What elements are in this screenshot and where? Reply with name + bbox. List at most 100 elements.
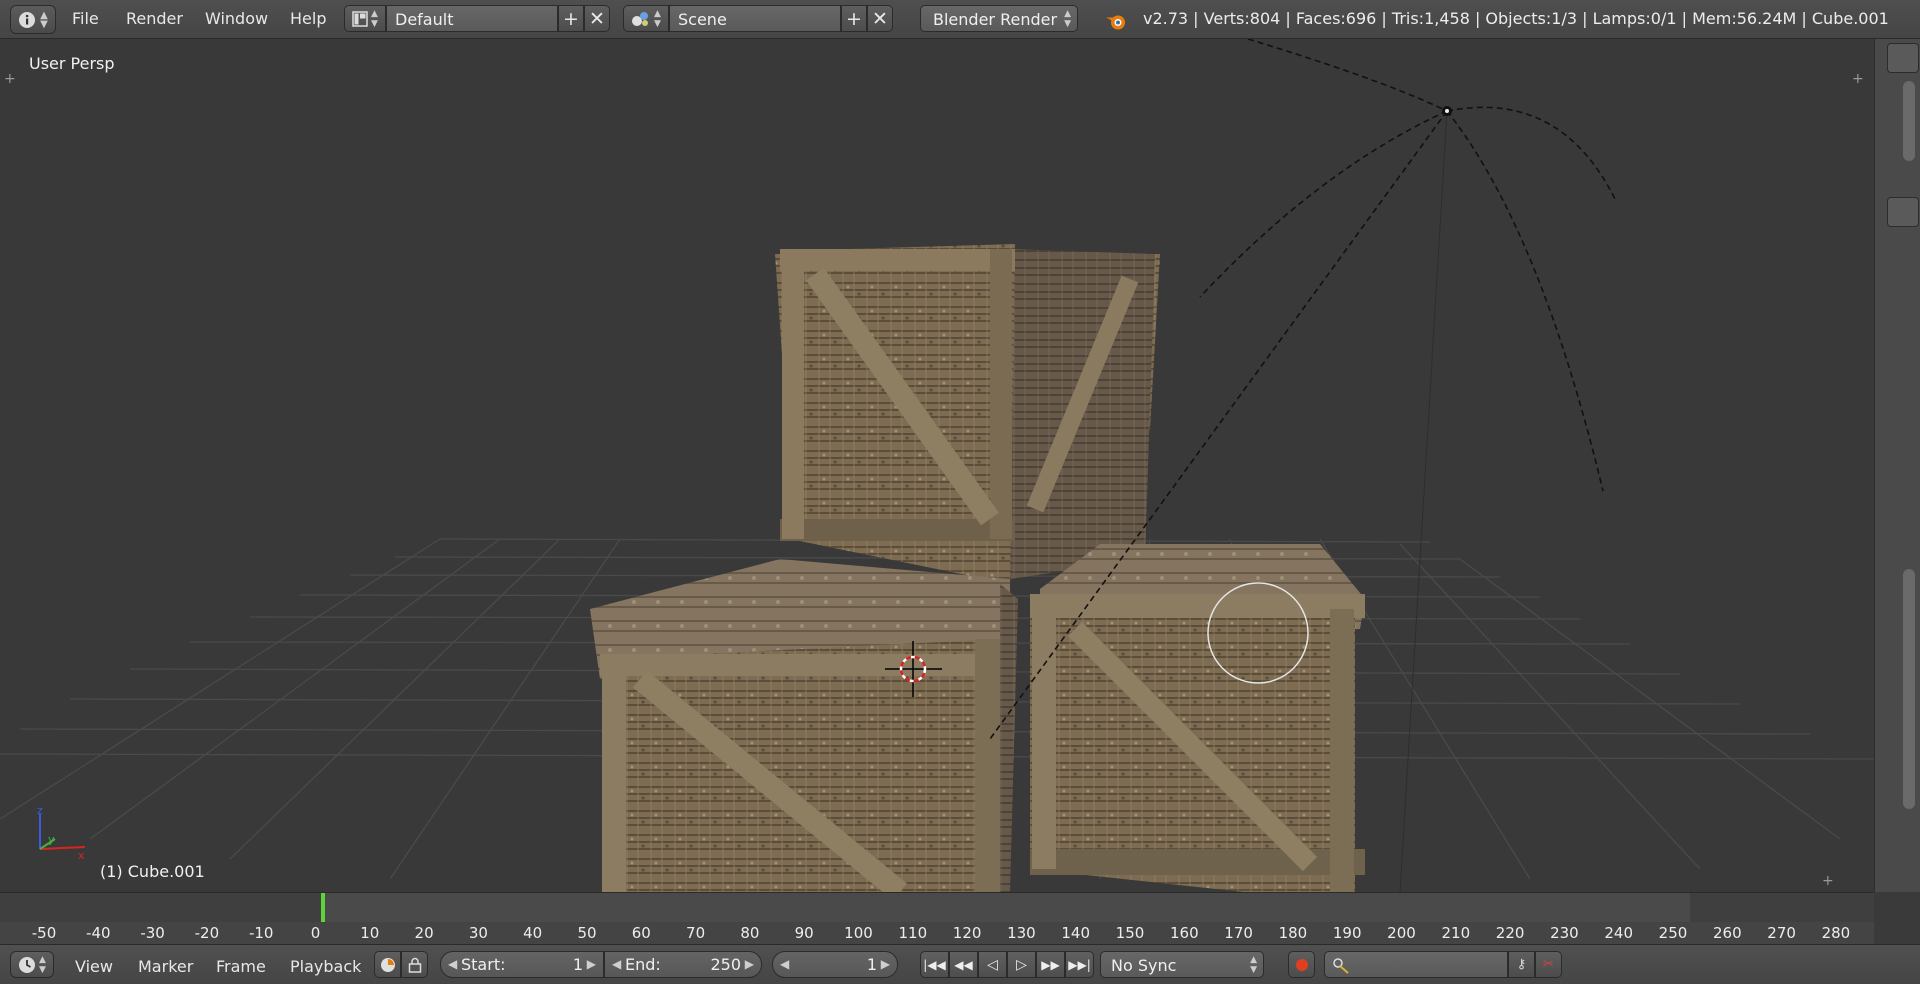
ruler-tick-label: 240 bbox=[1604, 924, 1634, 942]
timeline-area[interactable] bbox=[0, 892, 1874, 923]
play-button[interactable]: ▷ bbox=[1007, 951, 1036, 978]
menu-render[interactable]: Render bbox=[126, 9, 183, 28]
key-insert-icon: ⚷ bbox=[1516, 957, 1527, 972]
prev-keyframe-icon: ◀◀ bbox=[954, 957, 973, 972]
menu-marker[interactable]: Marker bbox=[138, 957, 193, 976]
crate-right bbox=[1030, 544, 1365, 892]
view-name-label: User Persp bbox=[29, 54, 115, 73]
jump-to-keyframe-forward-button[interactable]: ▶▶ bbox=[1036, 951, 1065, 978]
add-scene-button[interactable]: + bbox=[841, 5, 867, 32]
crate-top bbox=[775, 244, 1160, 584]
arrow-right-icon: ▶ bbox=[744, 957, 754, 971]
3d-viewport[interactable]: z y x User Persp (1) Cube.001 + + + bbox=[0, 39, 1874, 892]
properties-side-strip[interactable] bbox=[1874, 39, 1920, 892]
ruler-tick-label: 160 bbox=[1169, 924, 1199, 942]
preview-range-button[interactable] bbox=[374, 951, 401, 978]
end-frame-field[interactable]: ◀ End: 250 ▶ bbox=[604, 951, 762, 978]
current-frame-indicator[interactable] bbox=[321, 893, 325, 923]
record-icon bbox=[1295, 958, 1308, 971]
scrollbar[interactable] bbox=[1903, 81, 1915, 161]
jump-to-start-button[interactable]: |◀◀ bbox=[920, 951, 949, 978]
editor-type-button[interactable]: ▲ ▼ bbox=[10, 5, 56, 34]
axis-gizmo bbox=[39, 814, 86, 850]
insert-keyframe-button[interactable]: ⚷ bbox=[1508, 951, 1535, 978]
updown-arrows-icon: ▲ ▼ bbox=[1250, 955, 1257, 975]
viewport-scene: z y x bbox=[0, 39, 1874, 892]
ruler-tick-label: 60 bbox=[631, 924, 651, 942]
arrow-left-icon: ◀ bbox=[780, 957, 790, 971]
lamp-ground-line bbox=[1399, 110, 1448, 892]
jump-to-keyframe-back-button[interactable]: ◀◀ bbox=[949, 951, 978, 978]
ruler-tick-label: 0 bbox=[310, 924, 321, 942]
info-icon bbox=[19, 11, 36, 28]
ruler-tick-label: 80 bbox=[740, 924, 760, 942]
scrollbar[interactable] bbox=[1903, 569, 1915, 809]
menu-file[interactable]: File bbox=[72, 9, 99, 28]
play-reverse-button[interactable]: ◁ bbox=[978, 951, 1007, 978]
jump-end-icon: ▶▶| bbox=[1068, 957, 1091, 972]
lock-icon bbox=[408, 957, 421, 973]
area-split-corner-icon[interactable]: + bbox=[1852, 72, 1864, 86]
screen-layout-field[interactable]: Default bbox=[386, 5, 558, 32]
frame-ruler[interactable]: -50 -40 -30 -20 -10 0 10 20 30 40 50 60 70 80 90 100 110… bbox=[0, 922, 1874, 944]
ruler-tick-label: 230 bbox=[1550, 924, 1579, 942]
add-screen-button[interactable]: + bbox=[558, 5, 584, 32]
axis-x-label: x bbox=[78, 849, 85, 862]
crate-front-left bbox=[590, 559, 1018, 892]
screen-layout-browse-button[interactable]: ▲ ▼ bbox=[344, 5, 386, 32]
ruler-tick-label: 270 bbox=[1767, 924, 1796, 942]
start-frame-field[interactable]: ◀ Start: 1 ▶ bbox=[440, 951, 604, 978]
auto-keying-button[interactable] bbox=[1288, 951, 1315, 978]
menu-view[interactable]: View bbox=[75, 957, 113, 976]
jump-to-end-button[interactable]: ▶▶| bbox=[1065, 951, 1094, 978]
ruler-tick-label: 20 bbox=[414, 924, 434, 942]
keying-set-field[interactable] bbox=[1324, 951, 1508, 978]
outliner-editor-button[interactable] bbox=[1887, 43, 1919, 73]
lock-range-button[interactable] bbox=[401, 951, 428, 978]
menu-playback[interactable]: Playback bbox=[290, 957, 361, 976]
ruler-tick-label: 30 bbox=[468, 924, 488, 942]
close-icon: ✕ bbox=[872, 7, 888, 30]
ruler-tick-label: 200 bbox=[1387, 924, 1416, 942]
sync-mode-dropdown[interactable]: No Sync ▲ ▼ bbox=[1100, 951, 1264, 978]
key-delete-icon: ✂ bbox=[1543, 957, 1554, 972]
close-icon: ✕ bbox=[589, 7, 605, 30]
ruler-tick-label: 130 bbox=[1007, 924, 1036, 942]
plus-icon: + bbox=[846, 7, 862, 30]
scene-browse-button[interactable]: ▲ ▼ bbox=[623, 5, 669, 32]
ruler-tick-label: 70 bbox=[686, 924, 706, 942]
blender-logo-icon bbox=[1106, 15, 1125, 30]
start-frame-label: Start: bbox=[461, 955, 506, 974]
arrow-right-icon: ▶ bbox=[586, 957, 596, 971]
ruler-tick-label: 100 bbox=[844, 924, 873, 942]
ruler-tick-label: 40 bbox=[523, 924, 543, 942]
ruler-tick-label: 190 bbox=[1332, 924, 1362, 942]
delete-screen-button[interactable]: ✕ bbox=[584, 5, 610, 32]
ruler-tick-label: 260 bbox=[1712, 924, 1742, 942]
editor-type-button[interactable]: ▲ ▼ bbox=[10, 951, 54, 978]
menu-help[interactable]: Help bbox=[290, 9, 326, 28]
scene-field[interactable]: Scene bbox=[669, 5, 841, 32]
updown-arrows-icon: ▲ ▼ bbox=[40, 9, 48, 30]
area-split-corner-icon[interactable]: + bbox=[1822, 874, 1834, 888]
ruler-tick-label: 140 bbox=[1061, 924, 1091, 942]
properties-editor-button[interactable] bbox=[1887, 197, 1919, 227]
info-header: ▲ ▼ File Render Window Help ▲ ▼ Default + … bbox=[0, 0, 1920, 39]
stopwatch-icon bbox=[380, 957, 395, 972]
menu-frame[interactable]: Frame bbox=[216, 957, 266, 976]
current-frame-field[interactable]: ◀ 1 ▶ bbox=[772, 951, 898, 978]
delete-keyframe-button[interactable]: ✂ bbox=[1535, 951, 1562, 978]
delete-scene-button[interactable]: ✕ bbox=[867, 5, 893, 32]
ruler-tick-label: -10 bbox=[248, 924, 274, 942]
jump-start-icon: |◀◀ bbox=[923, 957, 946, 972]
ruler-tick-label: 110 bbox=[898, 924, 928, 942]
pre-range-shade bbox=[0, 893, 322, 923]
area-split-corner-icon[interactable]: + bbox=[4, 72, 16, 86]
current-frame-value: 1 bbox=[866, 955, 877, 974]
axis-z-label: z bbox=[37, 804, 43, 817]
render-engine-dropdown[interactable]: Blender Render ▲ ▼ bbox=[920, 5, 1078, 32]
end-frame-value: 250 bbox=[710, 955, 741, 974]
arrow-left-icon: ◀ bbox=[448, 957, 458, 971]
ruler-tick-label: 170 bbox=[1224, 924, 1253, 942]
menu-window[interactable]: Window bbox=[205, 9, 268, 28]
